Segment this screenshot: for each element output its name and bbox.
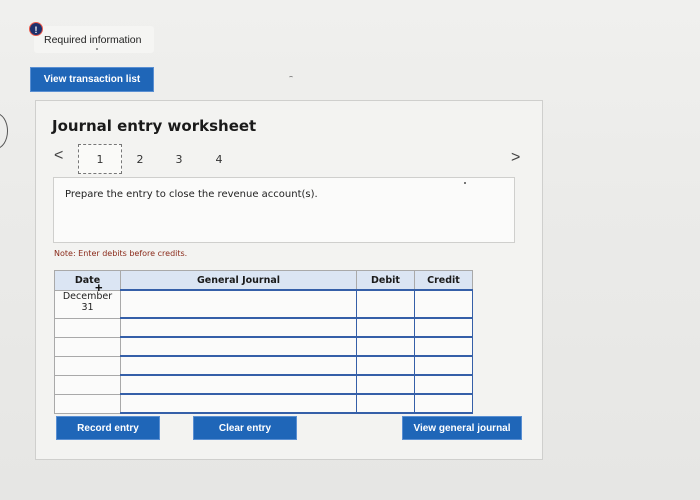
date-day: 31 xyxy=(81,301,94,313)
prompt-dot xyxy=(464,182,466,184)
date-cell[interactable] xyxy=(54,337,121,357)
worksheet-title: Journal entry worksheet xyxy=(52,117,257,135)
table-header-row: Date General Journal Debit Credit xyxy=(54,270,473,291)
table-row xyxy=(54,393,473,414)
step-tab-label: 2 xyxy=(136,152,144,166)
debit-column-header: Debit xyxy=(356,270,415,291)
stray-mark xyxy=(289,76,293,79)
account-input[interactable] xyxy=(120,374,357,395)
required-information-tab[interactable]: Required information xyxy=(34,26,154,53)
date-column-header: Date xyxy=(54,270,121,291)
debit-input[interactable] xyxy=(356,317,415,338)
date-month: December xyxy=(62,290,113,302)
step-tab-3[interactable]: 3 xyxy=(168,148,190,170)
crosshair-cursor-icon: + xyxy=(95,280,103,295)
journal-entry-table: Date General Journal Debit Credit Decemb… xyxy=(54,270,473,414)
note-text: Note: Enter debits before credits. xyxy=(54,249,188,258)
table-row xyxy=(54,374,473,395)
debit-input[interactable] xyxy=(356,355,415,376)
debit-input[interactable] xyxy=(356,374,415,395)
credit-input[interactable] xyxy=(414,374,473,395)
credit-input[interactable] xyxy=(414,393,473,414)
record-entry-button[interactable]: Record entry xyxy=(56,416,160,440)
view-transaction-list-button[interactable]: View transaction list xyxy=(30,67,154,92)
credit-column-header: Credit xyxy=(414,270,473,291)
table-row xyxy=(54,336,473,357)
account-input[interactable] xyxy=(120,393,357,414)
account-input[interactable] xyxy=(120,317,357,338)
debit-input[interactable] xyxy=(356,336,415,357)
view-general-journal-button[interactable]: View general journal xyxy=(402,416,522,440)
debit-input[interactable] xyxy=(356,393,415,414)
required-information-label: Required information xyxy=(44,34,142,46)
chevron-right-icon[interactable]: > xyxy=(511,150,520,166)
clear-entry-button[interactable]: Clear entry xyxy=(193,416,297,440)
step-tab-2[interactable]: 2 xyxy=(129,148,151,170)
step-tab-1[interactable]: 1 xyxy=(78,144,122,174)
date-cell[interactable] xyxy=(54,375,121,395)
table-row xyxy=(54,355,473,376)
alert-circle-icon: ! xyxy=(29,22,43,36)
instruction-text: Prepare the entry to close the revenue a… xyxy=(65,189,318,200)
step-tab-4[interactable]: 4 xyxy=(208,148,230,170)
date-cell[interactable] xyxy=(54,356,121,376)
debit-input[interactable] xyxy=(356,289,415,319)
account-input[interactable] xyxy=(120,336,357,357)
credit-input[interactable] xyxy=(414,355,473,376)
instruction-box: Prepare the entry to close the revenue a… xyxy=(53,177,515,243)
tab-dot xyxy=(96,48,98,50)
step-tab-label: 3 xyxy=(175,152,183,166)
table-row xyxy=(54,317,473,338)
date-cell[interactable]: December 31 xyxy=(54,290,121,319)
account-input[interactable] xyxy=(120,355,357,376)
step-tab-label: 1 xyxy=(96,152,104,166)
general-journal-column-header: General Journal xyxy=(120,270,357,291)
chevron-left-icon[interactable]: < xyxy=(54,148,63,164)
table-row: December 31 xyxy=(54,289,473,319)
credit-input[interactable] xyxy=(414,317,473,338)
credit-input[interactable] xyxy=(414,336,473,357)
account-input[interactable] xyxy=(120,289,357,319)
credit-input[interactable] xyxy=(414,289,473,319)
date-cell[interactable] xyxy=(54,318,121,338)
date-cell[interactable] xyxy=(54,394,121,414)
step-tab-label: 4 xyxy=(215,152,223,166)
